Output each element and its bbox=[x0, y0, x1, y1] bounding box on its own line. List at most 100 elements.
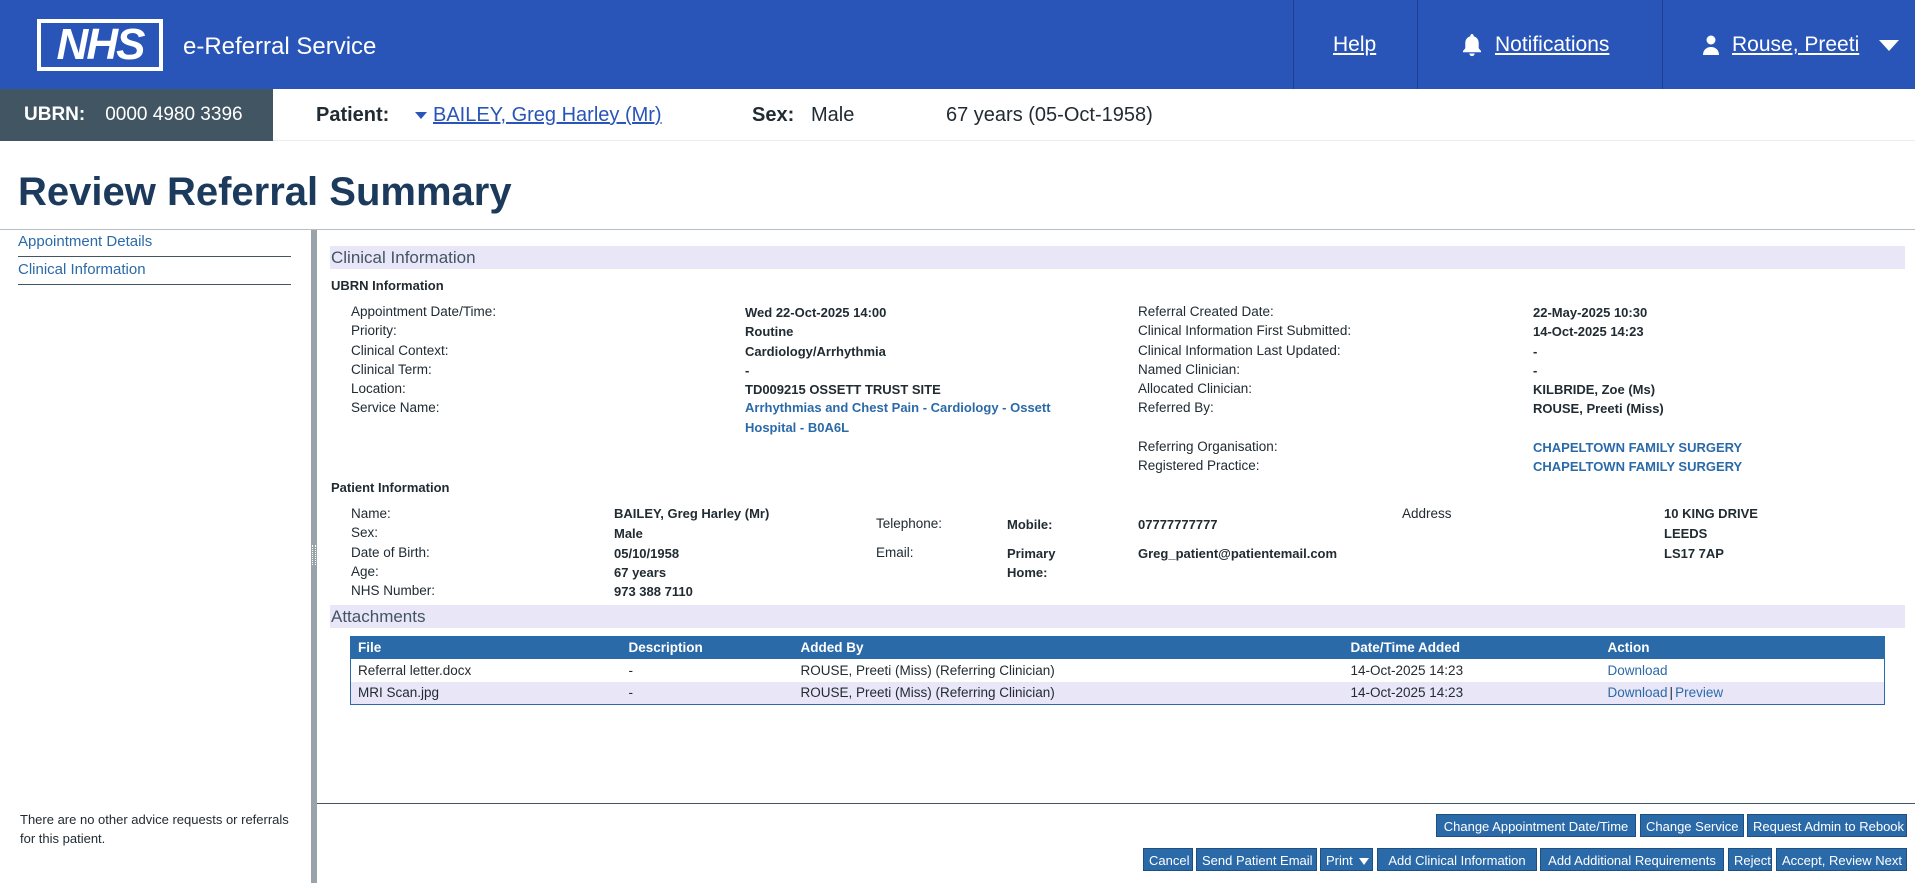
caret-down-icon bbox=[1359, 858, 1370, 866]
column-header-file: File bbox=[350, 636, 622, 659]
header-divider bbox=[1293, 0, 1294, 89]
link-separator: | bbox=[1669, 685, 1674, 701]
header-divider bbox=[1417, 0, 1418, 89]
referral-created-date-value: 22-May-2025 10:30 bbox=[1533, 305, 1648, 320]
location-label: Location: bbox=[351, 381, 406, 396]
attachments-header: Attachments bbox=[330, 605, 1905, 628]
registered-practice-link[interactable]: CHAPELTOWN FAMILY SURGERY bbox=[1533, 459, 1742, 474]
ubrn-value: 0000 4980 3396 bbox=[105, 104, 243, 125]
patient-age-value: 67 years bbox=[614, 565, 667, 580]
added-by-cell: ROUSE, Preeti (Miss) (Referring Clinicia… bbox=[793, 681, 1344, 705]
add-clinical-information-button[interactable]: Add Clinical Information bbox=[1377, 848, 1537, 871]
change-appointment-datetime-button[interactable]: Change Appointment Date/Time bbox=[1436, 814, 1636, 837]
notifications-link[interactable]: Notifications bbox=[1461, 33, 1609, 57]
table-row: MRI Scan.jpg - ROUSE, Preeti (Miss) (Ref… bbox=[350, 681, 1885, 705]
allocated-clinician-value: KILBRIDE, Zoe (Ms) bbox=[1533, 382, 1656, 397]
action-cell: Download | Preview bbox=[1600, 681, 1885, 705]
address-line-2: LEEDS bbox=[1664, 526, 1708, 541]
date-added-cell: 14-Oct-2025 14:23 bbox=[1343, 681, 1601, 705]
other-referrals-note: There are no other advice requests or re… bbox=[20, 812, 289, 846]
clinical-context-label: Clinical Context: bbox=[351, 343, 449, 358]
help-label: Help bbox=[1333, 33, 1377, 56]
appointment-datetime-value: Wed 22-Oct-2025 14:00 bbox=[745, 305, 887, 320]
mobile-label: Mobile: bbox=[1007, 517, 1053, 532]
cancel-button[interactable]: Cancel bbox=[1143, 848, 1193, 871]
telephone-label: Telephone: bbox=[876, 516, 943, 531]
user-name: Rouse, Preeti bbox=[1732, 33, 1860, 56]
email-home-label: Home: bbox=[1007, 565, 1048, 580]
preview-link[interactable]: Preview bbox=[1675, 685, 1723, 700]
registered-practice-label: Registered Practice: bbox=[1138, 458, 1260, 473]
nav-item-appointment-details[interactable]: Appointment Details bbox=[18, 233, 291, 257]
description-cell: - bbox=[621, 681, 794, 705]
service-name-link[interactable]: Arrhythmias and Chest Pain - Cardiology … bbox=[745, 398, 1075, 438]
print-button[interactable]: Print bbox=[1320, 848, 1373, 871]
clinical-info-last-updated-label: Clinical Information Last Updated: bbox=[1138, 343, 1341, 358]
header-divider bbox=[1662, 0, 1663, 89]
patient-name-link[interactable]: BAILEY, Greg Harley (Mr) bbox=[415, 104, 662, 127]
date-added-cell: 14-Oct-2025 14:23 bbox=[1350, 662, 1464, 678]
column-header-date-added: Date/Time Added bbox=[1343, 636, 1601, 659]
action-bar-divider bbox=[317, 803, 1915, 804]
file-cell: MRI Scan.jpg bbox=[350, 681, 622, 705]
reject-button[interactable]: Reject bbox=[1728, 848, 1772, 871]
priority-label: Priority: bbox=[351, 323, 397, 338]
left-nav: Appointment Details Clinical Information… bbox=[0, 230, 313, 883]
service-name-label: Service Name: bbox=[351, 400, 440, 415]
patient-sex-label: Sex: bbox=[351, 525, 379, 540]
page-title: Review Referral Summary bbox=[18, 170, 512, 214]
patient-name: BAILEY, Greg Harley (Mr) bbox=[433, 104, 662, 126]
download-link[interactable]: Download bbox=[1608, 685, 1668, 700]
column-header-added-by: Added By bbox=[793, 636, 1344, 659]
add-additional-requirements-button[interactable]: Add Additional Requirements bbox=[1540, 848, 1724, 871]
appointment-datetime-label: Appointment Date/Time: bbox=[351, 304, 497, 319]
nhs-number-value: 973 388 7110 bbox=[614, 584, 693, 599]
email-value: Greg_patient@patientemail.com bbox=[1138, 546, 1338, 561]
splitter-grip-icon bbox=[312, 545, 316, 565]
column-header-description: Description bbox=[621, 636, 794, 659]
nhs-number-label: NHS Number: bbox=[351, 583, 436, 598]
request-admin-rebook-button[interactable]: Request Admin to Rebook bbox=[1747, 814, 1907, 837]
referral-created-date-label: Referral Created Date: bbox=[1138, 304, 1274, 319]
location-value: TD009215 OSSETT TRUST SITE bbox=[745, 382, 941, 397]
patient-banner: UBRN: 0000 4980 3396 Patient: BAILEY, Gr… bbox=[0, 89, 1915, 141]
ubrn-box: UBRN: 0000 4980 3396 bbox=[0, 89, 273, 141]
action-cell: Download bbox=[1601, 659, 1885, 682]
clinical-term-label: Clinical Term: bbox=[351, 362, 432, 377]
patient-name-value: BAILEY, Greg Harley (Mr) bbox=[614, 506, 770, 521]
nhs-logo[interactable]: NHS bbox=[37, 19, 163, 71]
triangle-down-icon bbox=[415, 112, 427, 120]
address-label: Address bbox=[1402, 506, 1452, 521]
clinical-info-first-submitted-label: Clinical Information First Submitted: bbox=[1138, 323, 1352, 338]
column-header-action: Action bbox=[1600, 636, 1885, 659]
change-service-button[interactable]: Change Service bbox=[1640, 814, 1744, 837]
download-link[interactable]: Download bbox=[1608, 663, 1668, 678]
nav-item-clinical-information[interactable]: Clinical Information bbox=[18, 261, 291, 285]
patient-dob-value: 05/10/1958 bbox=[614, 546, 680, 561]
attachments-table: File Description Added By Date/Time Adde… bbox=[350, 636, 1885, 705]
patient-dob-label: Date of Birth: bbox=[351, 545, 430, 560]
clinical-info-first-submitted-value: 14-Oct-2025 14:23 bbox=[1533, 324, 1644, 339]
email-label: Email: bbox=[876, 545, 914, 560]
user-menu[interactable]: Rouse, Preeti bbox=[1702, 33, 1900, 57]
priority-value: Routine bbox=[745, 324, 794, 339]
address-line-3: LS17 7AP bbox=[1664, 546, 1724, 561]
patient-information-title: Patient Information bbox=[331, 480, 450, 495]
mobile-value: 07777777777 bbox=[1138, 517, 1218, 532]
referred-by-value: ROUSE, Preeti (Miss) bbox=[1533, 401, 1664, 416]
patient-age-label: Age: bbox=[351, 564, 379, 579]
referring-organisation-label: Referring Organisation: bbox=[1138, 439, 1278, 454]
email-primary-label: Primary bbox=[1007, 546, 1056, 561]
patient-label: Patient: bbox=[316, 104, 390, 126]
app-header: NHS e-Referral Service Help Notification… bbox=[0, 0, 1915, 89]
patient-sex-value: Male bbox=[614, 526, 643, 541]
clinical-information-header: Clinical Information bbox=[330, 246, 1905, 269]
help-link[interactable]: Help bbox=[1333, 33, 1376, 57]
clinical-term-value: - bbox=[745, 363, 750, 378]
added-by-cell: ROUSE, Preeti (Miss) (Referring Clinicia… bbox=[800, 662, 1055, 678]
print-label: Print bbox=[1326, 853, 1353, 868]
send-patient-email-button[interactable]: Send Patient Email bbox=[1196, 848, 1317, 871]
referring-organisation-link[interactable]: CHAPELTOWN FAMILY SURGERY bbox=[1533, 440, 1742, 455]
accept-review-next-button[interactable]: Accept, Review Next bbox=[1776, 848, 1907, 871]
table-header-row: File Description Added By Date/Time Adde… bbox=[350, 636, 1885, 659]
